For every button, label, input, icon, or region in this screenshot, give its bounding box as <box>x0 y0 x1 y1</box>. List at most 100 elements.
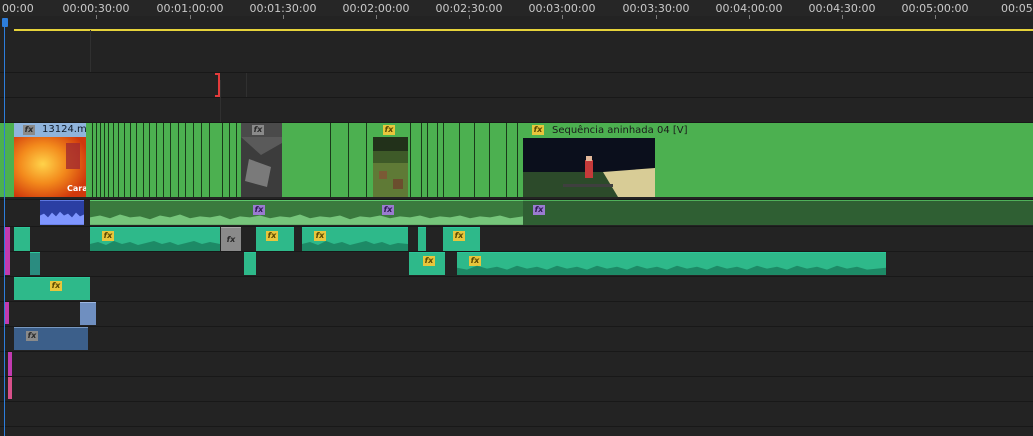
clip-edge[interactable] <box>118 123 119 197</box>
clip-edge[interactable] <box>96 123 97 197</box>
audio-clip[interactable] <box>8 377 12 399</box>
timeline-panel[interactable]: 00:00 00:00:30:00 00:01:00:00 00:01:30:0… <box>0 0 1033 436</box>
fx-badge[interactable]: fx <box>382 205 394 215</box>
clip-thumbnail <box>373 137 408 197</box>
audio-clip[interactable] <box>5 227 10 275</box>
audio-clip[interactable]: fx <box>302 227 408 251</box>
fx-badge[interactable]: fx <box>266 231 278 241</box>
fx-badge[interactable]: fx <box>453 231 465 241</box>
track-divider <box>0 401 1033 402</box>
clip-edge[interactable] <box>124 123 125 197</box>
audio-clip[interactable] <box>244 252 256 275</box>
ruler-tick <box>935 15 936 19</box>
nested-sequence-clip[interactable]: fx Sequência aninhada 04 [V] <box>523 123 1033 197</box>
audio-clip[interactable]: fx <box>256 227 294 251</box>
clip-edge[interactable] <box>178 123 179 197</box>
audio-clip[interactable] <box>5 302 9 324</box>
video-clip[interactable]: fx <box>373 123 408 197</box>
audio-clip[interactable]: fx <box>523 200 1033 225</box>
video-clip[interactable]: fx 13124.m Cara <box>14 123 86 197</box>
ruler-tick-label: 00:03:30:00 <box>622 2 690 15</box>
audio-clip[interactable]: fx <box>443 227 480 251</box>
fx-badge[interactable]: fx <box>532 125 544 135</box>
clip-edge[interactable] <box>421 123 422 197</box>
fx-badge[interactable]: fx <box>50 281 62 291</box>
clip-edge[interactable] <box>474 123 475 197</box>
ruler-tick-label: 00:02:00:00 <box>342 2 410 15</box>
clip-edge[interactable] <box>100 123 101 197</box>
clip-edge[interactable] <box>517 123 518 197</box>
clip-edge[interactable] <box>108 123 109 197</box>
fx-badge[interactable]: fx <box>252 125 264 135</box>
audio-clip[interactable]: fx <box>221 227 241 251</box>
fx-badge[interactable]: fx <box>533 205 545 215</box>
audio-clip[interactable] <box>40 200 84 225</box>
clip-edge[interactable] <box>201 123 202 197</box>
fx-badge[interactable]: fx <box>225 235 237 245</box>
clip-edge[interactable] <box>366 123 367 197</box>
fx-badge[interactable]: fx <box>253 205 265 215</box>
ruler-tick-label: 00:03:00:00 <box>528 2 596 15</box>
clip-edge[interactable] <box>149 123 150 197</box>
time-ruler[interactable]: 00:00 00:00:30:00 00:01:00:00 00:01:30:0… <box>0 0 1033 16</box>
clip-edge[interactable] <box>143 123 144 197</box>
clip-edge[interactable] <box>506 123 507 197</box>
clip-edge[interactable] <box>130 123 131 197</box>
clip-edge[interactable] <box>229 123 230 197</box>
ruler-tick <box>283 15 284 19</box>
fx-badge[interactable]: fx <box>23 125 35 135</box>
ruler-tick-label: 00:01:00:00 <box>156 2 224 15</box>
track-divider <box>0 376 1033 377</box>
audio-clip[interactable]: fx <box>14 327 88 350</box>
clip-edge[interactable] <box>330 123 331 197</box>
clip-edge[interactable] <box>459 123 460 197</box>
playhead-line[interactable] <box>4 27 5 436</box>
audio-clip[interactable]: fx fx <box>90 200 523 225</box>
clip-edge[interactable] <box>170 123 171 197</box>
fx-badge[interactable]: fx <box>423 256 435 266</box>
clip-edge[interactable] <box>222 123 223 197</box>
in-out-marker-icon[interactable] <box>212 73 222 97</box>
audio-clip[interactable]: fx <box>409 252 445 275</box>
audio-clip[interactable]: fx <box>14 277 90 300</box>
audio-clip[interactable] <box>8 352 12 376</box>
clip-edge[interactable] <box>348 123 349 197</box>
clip-name: Sequência aninhada 04 [V] <box>552 125 688 136</box>
thumbnail-caption: Cara <box>67 184 86 193</box>
waveform <box>90 240 220 251</box>
clip-edge[interactable] <box>104 123 105 197</box>
clip-edge[interactable] <box>156 123 157 197</box>
clip-edge[interactable] <box>443 123 444 197</box>
audio-clip[interactable]: fx <box>457 252 886 275</box>
ruler-tick-label: 00:00 <box>2 2 34 15</box>
ruler-tick <box>96 15 97 19</box>
clip-edge[interactable] <box>236 123 237 197</box>
clip-edge[interactable] <box>209 123 210 197</box>
clip-edge[interactable] <box>410 123 411 197</box>
clip-edge[interactable] <box>437 123 438 197</box>
clip-edge[interactable] <box>92 123 93 197</box>
work-area-bar[interactable] <box>14 29 1033 31</box>
clip-edge[interactable] <box>185 123 186 197</box>
clip-edge[interactable] <box>193 123 194 197</box>
audio-clip[interactable] <box>80 302 96 325</box>
audio-clip[interactable] <box>418 227 426 251</box>
track-divider <box>0 426 1033 427</box>
track-divider <box>0 72 1033 73</box>
clip-header: fx 13124.m <box>14 123 86 137</box>
ruler-tick <box>842 15 843 19</box>
fx-badge[interactable]: fx <box>26 331 38 341</box>
playhead-handle[interactable] <box>2 18 8 27</box>
ruler-tick-label: 00:05:3 <box>1001 2 1033 15</box>
video-clip[interactable]: fx <box>241 123 282 197</box>
guide-line <box>90 30 91 72</box>
audio-clip[interactable] <box>30 252 40 275</box>
audio-clip[interactable]: fx <box>90 227 220 251</box>
clip-edge[interactable] <box>113 123 114 197</box>
clip-edge[interactable] <box>427 123 428 197</box>
clip-edge[interactable] <box>163 123 164 197</box>
fx-badge[interactable]: fx <box>383 125 395 135</box>
clip-edge[interactable] <box>136 123 137 197</box>
clip-edge[interactable] <box>489 123 490 197</box>
audio-clip[interactable] <box>14 227 30 251</box>
